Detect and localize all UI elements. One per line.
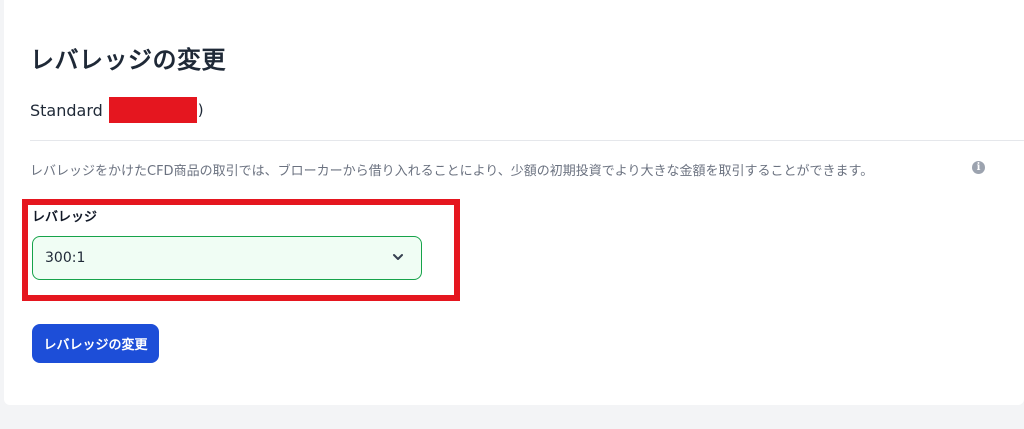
page-title: レバレッジの変更	[30, 46, 226, 74]
leverage-select[interactable]: 300:1	[32, 236, 422, 280]
divider	[30, 140, 1024, 141]
leverage-selected-value: 300:1	[45, 250, 86, 266]
account-number-tail: )	[197, 101, 204, 119]
info-icon[interactable]: i	[972, 161, 985, 174]
account-type: Standard	[30, 100, 103, 120]
leverage-label: レバレッジ	[32, 210, 98, 225]
change-leverage-button[interactable]: レバレッジの変更	[32, 324, 159, 363]
account-number-redacted	[108, 97, 197, 123]
leverage-card: レバレッジの変更 Standard ) レバレッジをかけたCFD商品の取引では、…	[4, 0, 1024, 405]
leverage-description: レバレッジをかけたCFD商品の取引では、ブローカーから借り入れることにより、少額…	[30, 164, 874, 179]
account-info: Standard )	[30, 97, 204, 123]
chevron-down-icon	[393, 254, 403, 260]
